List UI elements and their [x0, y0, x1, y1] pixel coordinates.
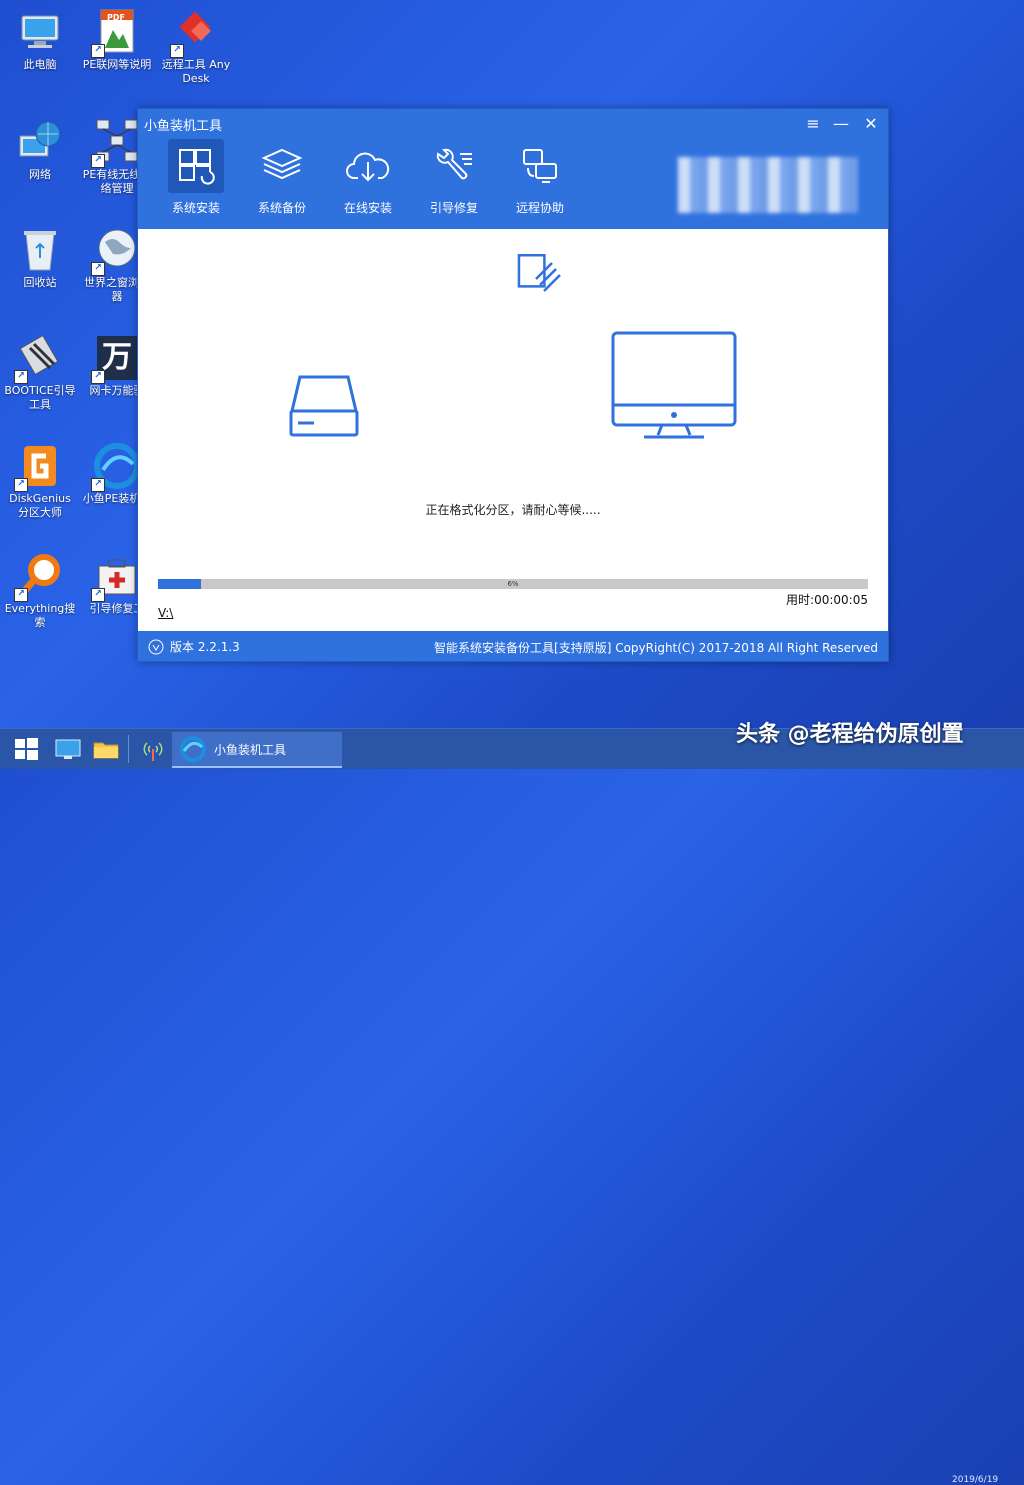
- wireless-antenna-icon: [143, 742, 163, 761]
- taskbar-explorer-button[interactable]: [88, 733, 124, 765]
- diskgenius-icon: ↗: [14, 442, 64, 492]
- windows-logo-icon: [15, 738, 38, 760]
- install-illustration: [289, 253, 737, 439]
- copyright-text: 智能系统安装备份工具[支持原版] CopyRight(C) 2017-2018 …: [434, 641, 878, 655]
- taskbar-task-xiaoyu[interactable]: 小鱼装机工具: [172, 732, 342, 768]
- xiaoyu-installer-window: 小鱼装机工具 ≡ — ✕ 系统安装 系统备份 在线安装 引导修复 远程协助 正在…: [137, 108, 889, 662]
- shortcut-arrow-icon: ↗: [91, 588, 105, 602]
- progress-percent: 6%: [507, 580, 519, 588]
- watermark-text: 头条 @老程给伪原创置: [736, 722, 964, 747]
- shortcut-arrow-icon: ↗: [91, 478, 105, 492]
- taskbar-separator: [128, 735, 129, 763]
- network-globe-icon: [16, 118, 64, 166]
- pdf-document-icon: PDF ↗: [91, 8, 141, 58]
- wan-driver-icon: 万 ↗: [91, 334, 141, 384]
- desktop-icon-this-pc[interactable]: 此电脑: [2, 8, 78, 72]
- shortcut-arrow-icon: ↗: [91, 44, 105, 58]
- version-check-icon: [148, 639, 164, 654]
- magnifier-search-icon: ↗: [14, 552, 64, 602]
- xiaoyu-swirl-icon: [180, 736, 206, 762]
- monitor-icon: [55, 739, 81, 759]
- start-button[interactable]: [8, 733, 44, 765]
- shortcut-arrow-icon: ↗: [91, 370, 105, 384]
- status-message: 正在格式化分区，请耐心等候.....: [425, 503, 601, 517]
- hard-drive-icon: [289, 375, 359, 437]
- elapsed-time: 用时:00:00:05: [786, 593, 868, 607]
- bootice-tool-icon: ↗: [14, 334, 64, 384]
- computer-icon: [16, 8, 64, 56]
- shortcut-arrow-icon: ↗: [170, 44, 184, 58]
- shortcut-arrow-icon: ↗: [14, 370, 28, 384]
- desktop-icon-anydesk[interactable]: ↗ 远程工具 AnyDesk: [158, 8, 234, 86]
- recycle-bin-icon: [16, 226, 64, 274]
- shortcut-arrow-icon: ↗: [14, 588, 28, 602]
- taskbar-wireless-button[interactable]: [136, 733, 170, 765]
- document-transfer-icon: [517, 253, 561, 292]
- taskbar-task-label: 小鱼装机工具: [214, 742, 287, 757]
- pdf-label: PDF: [107, 13, 125, 22]
- desktop-icon-diskgenius[interactable]: ↗ DiskGenius 分区大师: [2, 442, 78, 520]
- xiaoyu-swirl-icon: ↗: [91, 442, 141, 492]
- desktop-icon-pe-guide[interactable]: PDF ↗ PE联网等说明: [79, 8, 155, 72]
- target-drive-label: V:\: [158, 606, 174, 620]
- anydesk-icon: ↗: [170, 8, 220, 58]
- monitor-icon: [611, 331, 737, 439]
- shortcut-arrow-icon: ↗: [91, 154, 105, 168]
- desktop-icon-recycle-bin[interactable]: 回收站: [2, 226, 78, 290]
- desktop-icon-everything[interactable]: ↗ Everything搜索: [2, 552, 78, 630]
- window-footer: 版本 2.2.1.3 智能系统安装备份工具[支持原版] CopyRight(C)…: [138, 631, 888, 661]
- desktop-icon-network[interactable]: 网络: [2, 118, 78, 182]
- version-info: 版本 2.2.1.3: [148, 638, 240, 655]
- progress-bar: 6%: [158, 579, 868, 589]
- shortcut-arrow-icon: ↗: [14, 478, 28, 492]
- shortcut-arrow-icon: ↗: [91, 262, 105, 276]
- desktop-icon-bootice[interactable]: ↗ BOOTICE引导工具: [2, 334, 78, 412]
- taskbar-clock-date[interactable]: 2019/6/19: [952, 1475, 998, 1485]
- version-text: 版本 2.2.1.3: [170, 640, 240, 654]
- folder-icon: [93, 742, 119, 759]
- globe-browser-icon: ↗: [91, 226, 141, 276]
- network-topology-icon: ↗: [91, 118, 141, 168]
- taskbar-desktop-button[interactable]: [50, 733, 86, 765]
- first-aid-kit-icon: ↗: [91, 552, 141, 602]
